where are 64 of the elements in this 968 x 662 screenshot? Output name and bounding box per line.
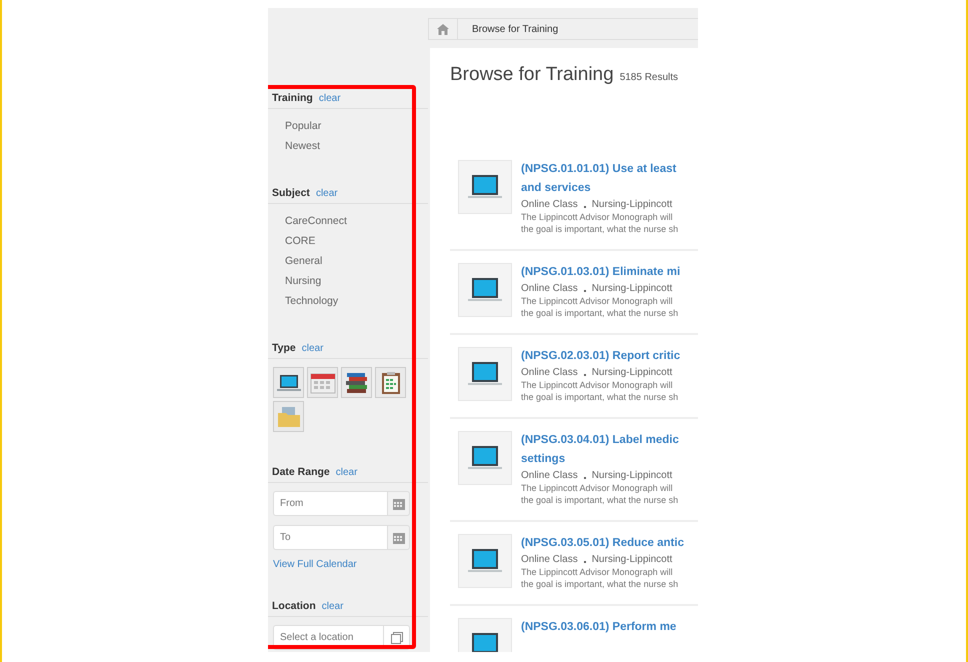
clear-link[interactable]: clear: [318, 93, 341, 104]
filter-heading: Location: [272, 600, 316, 612]
course-title-link[interactable]: (NPSG.01.01.01) Use at least and services: [521, 160, 678, 198]
course-title-link[interactable]: (NPSG.03.06.01) Perform me: [521, 618, 676, 637]
course-type: Online Class: [521, 282, 578, 295]
clipboard-icon: [380, 370, 400, 394]
window-icon: [390, 632, 402, 644]
course-provider: Nursing-Lippincott: [592, 198, 672, 211]
type-filter-button[interactable]: [273, 367, 304, 398]
course-provider: Nursing-Lippincott: [592, 366, 672, 379]
breadcrumb-item: Browse for Training: [472, 24, 558, 34]
calendar-icon: [392, 532, 404, 544]
from-date-field[interactable]: From: [273, 491, 387, 516]
filter-option[interactable]: Technology: [268, 292, 428, 312]
calendar-icon: [310, 372, 336, 394]
calendar-button[interactable]: [387, 491, 410, 516]
filter-heading: Date Range: [272, 466, 330, 478]
course-type: Online Class: [521, 366, 578, 379]
filter-heading: Subject: [272, 187, 310, 199]
course-title-link[interactable]: (NPSG.02.03.01) Report critic: [521, 347, 680, 366]
course-description: The Lippincott Advisor Monograph will the goal is important, what the nurse sh: [521, 482, 679, 506]
home-icon[interactable]: [437, 24, 449, 34]
type-filter-button[interactable]: [341, 367, 372, 398]
books-icon: [344, 372, 368, 394]
to-date-field[interactable]: To: [273, 525, 387, 550]
course-description: The Lippincott Advisor Monograph will the goal is important, what the nurse sh: [521, 379, 680, 403]
laptop-icon: [468, 548, 502, 574]
laptop-icon: [468, 361, 502, 387]
course-title-link[interactable]: (NPSG.01.03.01) Eliminate mi: [521, 263, 680, 282]
course-title-link[interactable]: (NPSG.03.05.01) Reduce antic: [521, 534, 684, 553]
course-type: Online Class: [521, 469, 578, 482]
course-title-link[interactable]: (NPSG.03.04.01) Label medic settings: [521, 431, 679, 469]
filter-option[interactable]: Popular: [268, 117, 428, 137]
course-description: The Lippincott Advisor Monograph will the goal is important, what the nurse sh: [521, 211, 678, 235]
filter-option[interactable]: Newest: [268, 137, 428, 157]
filter-heading: Training: [272, 92, 313, 104]
folder-icon: [276, 406, 300, 428]
course-provider: Nursing-Lippincott: [592, 553, 672, 566]
results-count: 5185 Results: [620, 72, 678, 83]
clear-link[interactable]: clear: [302, 343, 324, 354]
clear-link[interactable]: clear: [316, 188, 338, 199]
filter-heading: Type: [272, 342, 296, 354]
course-description: The Lippincott Advisor Monograph will the goal is important, what the nurse sh: [521, 295, 680, 319]
clear-link[interactable]: clear: [336, 467, 358, 478]
filter-option[interactable]: CareConnect: [268, 212, 428, 232]
calendar-icon: [392, 498, 404, 510]
page-title: Browse for Training: [450, 64, 614, 86]
course-type: Online Class: [521, 198, 578, 211]
filter-option[interactable]: CORE: [268, 232, 428, 252]
type-filter-button[interactable]: [375, 367, 406, 398]
clear-link[interactable]: clear: [322, 601, 344, 612]
view-calendar-link[interactable]: View Full Calendar: [268, 559, 428, 570]
course-description: The Lippincott Advisor Monograph will the goal is important, what the nurse sh: [521, 566, 680, 590]
type-filter-button[interactable]: [307, 367, 338, 398]
course-type: Online Class: [521, 553, 578, 566]
filter-option[interactable]: Nursing: [268, 272, 428, 292]
laptop-icon: [468, 174, 502, 200]
laptop-icon: [276, 374, 300, 392]
laptop-icon: [468, 277, 502, 303]
laptop-icon: [468, 445, 502, 471]
course-provider: Nursing-Lippincott: [592, 282, 672, 295]
course-provider: Nursing-Lippincott: [592, 469, 672, 482]
filter-option[interactable]: General: [268, 252, 428, 272]
calendar-button[interactable]: [387, 525, 410, 550]
